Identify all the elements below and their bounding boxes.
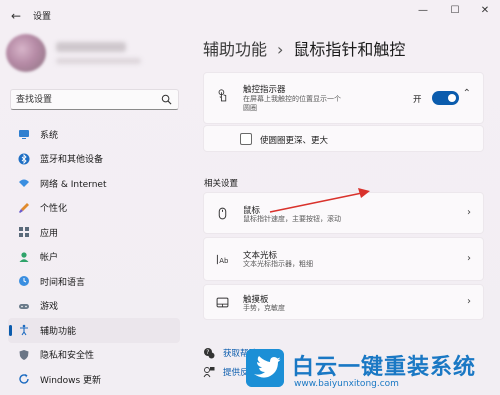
- sidebar-item-label: Windows 更新: [40, 375, 102, 386]
- sidebar-item-label: 应用: [40, 228, 59, 239]
- sidebar-item-label: 游戏: [40, 302, 59, 313]
- text-cursor-desc: 文本光标指示器，粗细: [243, 260, 313, 268]
- chevron-right-icon: ›: [467, 296, 471, 307]
- minimize-button[interactable]: —: [412, 4, 434, 18]
- wifi-icon: [19, 179, 29, 188]
- sidebar-item-label: 辅助功能: [40, 326, 77, 337]
- search-icon[interactable]: [161, 94, 172, 105]
- globe-clock-icon: [19, 276, 29, 287]
- monitor-icon: [19, 130, 29, 140]
- touch-indicator-title: 触控指示器: [243, 85, 286, 95]
- close-button[interactable]: ✕: [474, 4, 496, 18]
- touch-indicator-desc-line1: 在屏幕上我触控的位置显示一个: [243, 95, 341, 103]
- touchpad-desc: 手势，克敏度: [243, 304, 285, 312]
- mouse-icon: [218, 207, 227, 220]
- chevron-up-icon[interactable]: ⌃: [463, 88, 471, 99]
- sidebar-item-label: 隐私和安全性: [40, 351, 95, 362]
- sidebar-item-privacy[interactable]: 隐私和安全性: [8, 343, 180, 368]
- related-item-mouse[interactable]: 鼠标 鼠标指针速度，主要按钮，滚动 ›: [203, 192, 484, 234]
- sidebar-item-label: 个性化: [40, 204, 68, 215]
- darker-circle-checkbox[interactable]: [240, 133, 252, 145]
- sidebar-item-label: 系统: [40, 130, 59, 141]
- touch-hand-icon: [218, 89, 227, 102]
- user-name-blurred: [56, 42, 126, 52]
- sidebar-item-label: 帐户: [40, 253, 59, 264]
- gamepad-icon: [19, 303, 29, 309]
- avatar[interactable]: [6, 34, 46, 72]
- watermark-url: www.baiyunxitong.com: [294, 379, 399, 389]
- touchpad-icon: [216, 297, 229, 308]
- sidebar-item-label: 网络 & Internet: [40, 179, 107, 190]
- sidebar-item-bluetooth[interactable]: 蓝牙和其他设备: [8, 147, 180, 172]
- touch-indicator-desc-line2: 圆圈: [243, 104, 257, 112]
- bluetooth-icon: [18, 153, 30, 165]
- breadcrumb-parent[interactable]: 辅助功能: [203, 40, 267, 59]
- sidebar-item-personalization[interactable]: 个性化: [8, 196, 180, 221]
- sidebar-item-apps[interactable]: 应用: [8, 220, 180, 245]
- toggle-state-label: 开: [413, 95, 422, 105]
- chevron-right-icon: ›: [467, 207, 471, 218]
- brush-icon: [19, 202, 29, 213]
- apps-icon: [19, 227, 29, 238]
- sidebar-item-accessibility[interactable]: 辅助功能: [8, 318, 180, 343]
- search-input[interactable]: [16, 94, 156, 106]
- sidebar-item-windows-update[interactable]: Windows 更新: [8, 367, 180, 392]
- app-title: 设置: [33, 12, 52, 22]
- user-email-blurred: [56, 58, 141, 64]
- sidebar-item-time-language[interactable]: 时间和语言: [8, 269, 180, 294]
- search-box[interactable]: [10, 89, 179, 110]
- sidebar-item-accounts[interactable]: 帐户: [8, 245, 180, 270]
- related-settings-heading: 相关设置: [204, 179, 239, 189]
- person-icon: [19, 252, 29, 262]
- related-item-touchpad[interactable]: 触摸板 手势，克敏度 ›: [203, 284, 484, 320]
- help-icon: ?: [204, 348, 215, 359]
- sidebar-item-network[interactable]: 网络 & Internet: [8, 171, 180, 196]
- maximize-button[interactable]: ☐: [444, 4, 466, 18]
- watermark-text: 白云一键重装系统: [292, 355, 477, 380]
- accessibility-icon: [20, 324, 28, 336]
- sidebar-item-label: 蓝牙和其他设备: [40, 155, 104, 166]
- shield-icon: [19, 349, 29, 360]
- back-button[interactable]: ←: [8, 8, 24, 24]
- page-title: 鼠标指针和触控: [293, 40, 406, 59]
- related-item-text-cursor[interactable]: Ab 文本光标 文本光标指示器，粗细 ›: [203, 237, 484, 281]
- darker-circle-label: 使圆圈更深、更大: [260, 136, 329, 146]
- svg-text:Ab: Ab: [219, 257, 229, 265]
- text-cursor-icon: Ab: [216, 254, 229, 265]
- settings-window: ← 设置 — ☐ ✕ 系统 蓝牙和其他设备 网络 & Internet: [0, 0, 500, 395]
- svg-text:?: ?: [206, 349, 209, 356]
- chevron-right-icon: ›: [467, 253, 471, 264]
- sidebar-item-system[interactable]: 系统: [8, 122, 180, 147]
- twitter-bird-logo: [246, 349, 284, 387]
- feedback-icon: [203, 367, 215, 378]
- sidebar-item-label: 时间和语言: [40, 277, 86, 288]
- breadcrumb-separator: ›: [277, 40, 284, 59]
- darker-circle-option[interactable]: 使圆圈更深、更大: [203, 125, 484, 152]
- touch-indicator-toggle[interactable]: [432, 91, 459, 105]
- watermark: 白云一键重装系统 www.baiyunxitong.com: [246, 347, 500, 395]
- sidebar-item-gaming[interactable]: 游戏: [8, 294, 180, 319]
- arrow-left-icon: ←: [10, 9, 22, 23]
- breadcrumb: 辅助功能 › 鼠标指针和触控: [203, 36, 405, 60]
- update-icon: [19, 374, 29, 384]
- touch-indicator-card[interactable]: 触控指示器 在屏幕上我触控的位置显示一个 圆圈 开 ⌃: [203, 72, 484, 124]
- mouse-desc: 鼠标指针速度，主要按钮，滚动: [243, 215, 341, 223]
- sidebar-nav: 系统 蓝牙和其他设备 网络 & Internet 个性化 应用 帐户 时间和语言: [8, 122, 180, 392]
- title-bar: ← 设置 — ☐ ✕: [0, 0, 500, 30]
